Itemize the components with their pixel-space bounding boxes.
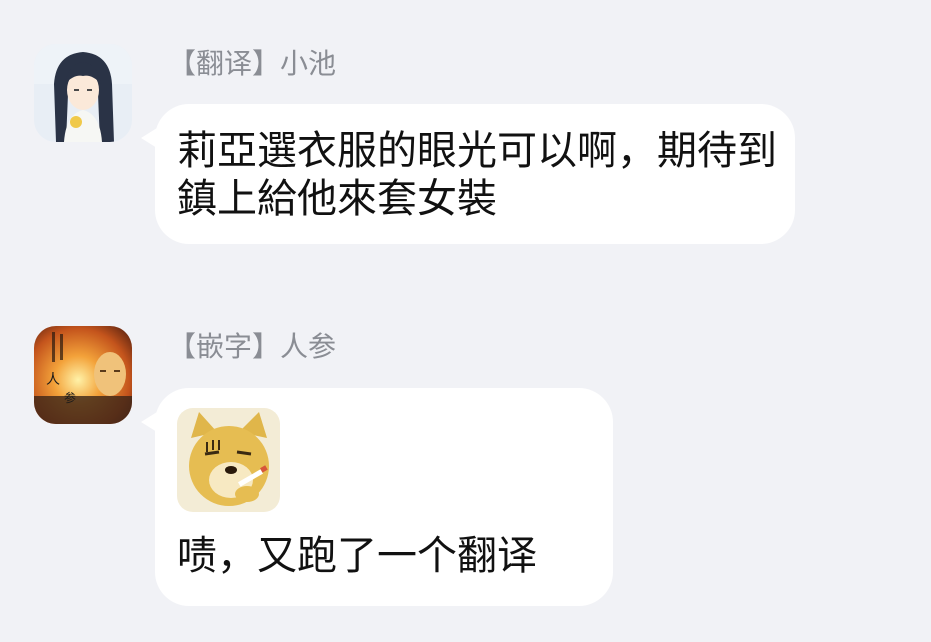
- sender-name: 【翻译】小池: [168, 44, 336, 84]
- anime-girl-avatar-icon[interactable]: [34, 44, 132, 142]
- message-text: 啧，又跑了一个翻译: [177, 533, 537, 579]
- doge-smoking-sticker-icon[interactable]: [177, 408, 280, 512]
- svg-text:人: 人: [46, 372, 60, 388]
- ginseng-poster-avatar-icon[interactable]: 人 参: [34, 326, 132, 424]
- sender-nickname: 小池: [280, 47, 337, 80]
- svg-text:参: 参: [64, 390, 76, 405]
- sender-role-tag: 【嵌字】: [168, 330, 281, 363]
- message-bubble[interactable]: 啧，又跑了一个翻译: [141, 388, 613, 606]
- message-text: 莉亞選衣服的眼光可以啊，期待到鎮上給他來套女裝: [177, 128, 777, 222]
- sender-name: 【嵌字】人参: [168, 327, 336, 367]
- bubble-tail: [141, 128, 157, 148]
- sender-role-tag: 【翻译】: [168, 47, 281, 80]
- message-bubble[interactable]: 莉亞選衣服的眼光可以啊，期待到鎮上給他來套女裝: [141, 104, 795, 244]
- bubble-tail: [141, 412, 157, 432]
- sender-nickname: 人参: [280, 330, 337, 363]
